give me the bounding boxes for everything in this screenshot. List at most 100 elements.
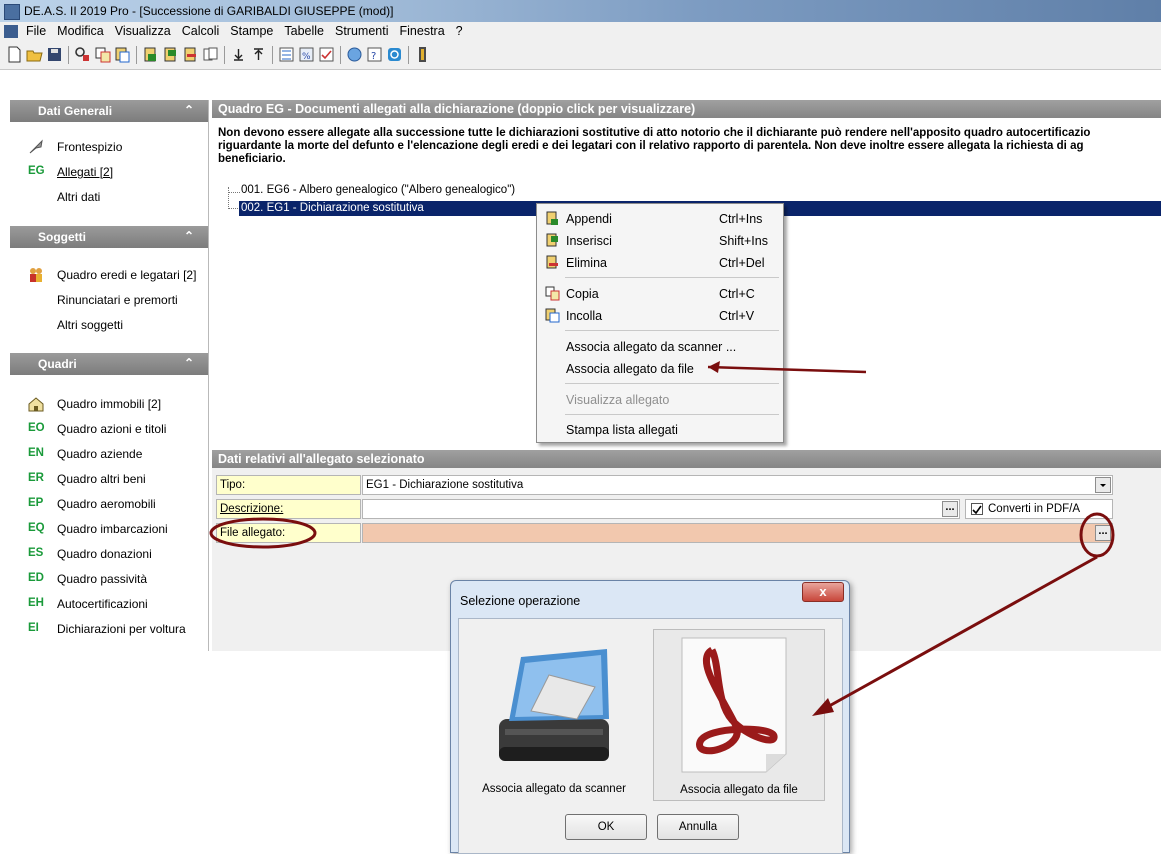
sidebar-item-quadro-aeromobili[interactable]: EP Quadro aeromobili bbox=[10, 493, 208, 515]
menu-item-incolla[interactable]: Incolla Ctrl+V bbox=[537, 305, 783, 327]
paste-icon bbox=[545, 308, 560, 323]
check-document-icon[interactable] bbox=[318, 46, 335, 63]
menu-strumenti[interactable]: Strumenti bbox=[335, 24, 389, 38]
annulla-button[interactable]: Annulla bbox=[657, 814, 739, 840]
menu-bar: File Modifica Visualizza Calcoli Stampe … bbox=[0, 22, 1161, 42]
sidebar-item-quadro-immobili[interactable]: Quadro immobili [2] bbox=[10, 393, 208, 415]
insert-icon bbox=[546, 233, 558, 247]
pdf-file-icon bbox=[681, 637, 787, 773]
document-icon[interactable] bbox=[4, 25, 18, 38]
menu-visualizza[interactable]: Visualizza bbox=[115, 24, 171, 38]
append-icon[interactable] bbox=[142, 46, 159, 63]
search-persons-icon[interactable] bbox=[74, 46, 91, 63]
menu-file[interactable]: File bbox=[26, 24, 46, 38]
menu-item-copia[interactable]: Copia Ctrl+C bbox=[537, 283, 783, 305]
tree-item-eg6[interactable]: 001. EG6 - Albero genealogico ("Albero g… bbox=[241, 184, 515, 199]
menu-calcoli[interactable]: Calcoli bbox=[182, 24, 220, 38]
dropdown-arrow-icon[interactable] bbox=[1095, 477, 1111, 493]
pages-icon[interactable] bbox=[202, 46, 219, 63]
descrizione-row: Descrizione: ... Converti in PDF/A bbox=[216, 499, 1113, 519]
append-icon bbox=[546, 211, 558, 225]
sidebar-item-eredi-legatari[interactable]: Quadro eredi e legatari [2] bbox=[10, 264, 208, 286]
collapse-chevron-icon[interactable]: ⌃ bbox=[184, 229, 194, 243]
descrizione-browse-button[interactable]: ... bbox=[942, 501, 958, 517]
menu-item-stampa-lista[interactable]: Stampa lista allegati bbox=[537, 419, 783, 441]
descrizione-input[interactable]: ... bbox=[362, 499, 960, 519]
svg-text:?: ? bbox=[371, 51, 376, 62]
menu-item-elimina[interactable]: Elimina Ctrl+Del bbox=[537, 252, 783, 274]
sidebar-item-altri-dati[interactable]: Altri dati bbox=[10, 186, 208, 208]
sidebar-item-autocertificazioni[interactable]: EH Autocertificazioni bbox=[10, 593, 208, 615]
paste-icon[interactable] bbox=[114, 46, 131, 63]
sidebar-item-quadro-azioni[interactable]: EO Quadro azioni e titoli bbox=[10, 418, 208, 440]
code-badge: ES bbox=[28, 547, 44, 559]
percent-icon[interactable]: % bbox=[298, 46, 315, 63]
sidebar-item-dichiarazioni-voltura[interactable]: EI Dichiarazioni per voltura bbox=[10, 618, 208, 640]
help-icon[interactable]: ? bbox=[366, 46, 383, 63]
sidebar-item-quadro-imbarcazioni[interactable]: EQ Quadro imbarcazioni bbox=[10, 518, 208, 540]
menu-modifica[interactable]: Modifica bbox=[57, 24, 104, 38]
copy-icon bbox=[545, 286, 560, 301]
move-up-icon[interactable] bbox=[250, 46, 267, 63]
sidebar-item-quadro-passivita[interactable]: ED Quadro passività bbox=[10, 568, 208, 590]
context-menu: Appendi Ctrl+Ins Inserisci Shift+Ins Elimi… bbox=[536, 203, 784, 443]
copy-icon[interactable] bbox=[94, 46, 111, 63]
svg-text:%: % bbox=[302, 52, 311, 62]
menu-item-appendi[interactable]: Appendi Ctrl+Ins bbox=[537, 208, 783, 230]
code-badge: EP bbox=[28, 497, 44, 509]
sidebar-item-altri-soggetti[interactable]: Altri soggetti bbox=[10, 314, 208, 336]
scanner-icon bbox=[499, 649, 609, 761]
file-allegato-input[interactable]: ... bbox=[362, 523, 1113, 543]
insert-icon[interactable] bbox=[162, 46, 179, 63]
code-badge: EN bbox=[28, 447, 44, 459]
code-badge: EG bbox=[28, 165, 45, 177]
exit-icon[interactable] bbox=[414, 46, 431, 63]
save-icon[interactable] bbox=[46, 46, 63, 63]
menu-item-inserisci[interactable]: Inserisci Shift+Ins bbox=[537, 230, 783, 252]
window-title: DE.A.S. II 2019 Pro - [Successione di GA… bbox=[24, 4, 394, 18]
sidebar-item-quadro-aziende[interactable]: EN Quadro aziende bbox=[10, 443, 208, 465]
menu-finestra[interactable]: Finestra bbox=[400, 24, 445, 38]
section-soggetti[interactable]: Soggetti ⌃ bbox=[10, 226, 208, 248]
converti-pdfa-field: Converti in PDF/A bbox=[965, 499, 1113, 519]
code-badge: EQ bbox=[28, 522, 45, 534]
web-icon[interactable] bbox=[346, 46, 363, 63]
tipo-select[interactable]: EG1 - Dichiarazione sostitutiva bbox=[362, 475, 1113, 495]
menu-item-associa-scanner[interactable]: Associa allegato da scanner ... bbox=[537, 336, 783, 358]
menu-stampe[interactable]: Stampe bbox=[230, 24, 273, 38]
code-badge: EH bbox=[28, 597, 44, 609]
move-down-icon[interactable] bbox=[230, 46, 247, 63]
sidebar-item-frontespizio[interactable]: Frontespizio bbox=[10, 136, 208, 158]
sidebar-item-quadro-altri-beni[interactable]: ER Quadro altri beni bbox=[10, 468, 208, 490]
menu-item-associa-file[interactable]: Associa allegato da file bbox=[537, 358, 783, 380]
section-quadri[interactable]: Quadri ⌃ bbox=[10, 353, 208, 375]
info-text: Non devono essere allegate alla successi… bbox=[218, 127, 1091, 165]
sidebar-item-quadro-donazioni[interactable]: ES Quadro donazioni bbox=[10, 543, 208, 565]
collapse-chevron-icon[interactable]: ⌃ bbox=[184, 103, 194, 117]
people-icon bbox=[30, 268, 42, 282]
collapse-chevron-icon[interactable]: ⌃ bbox=[184, 356, 194, 370]
converti-pdfa-checkbox[interactable] bbox=[971, 503, 983, 515]
update-icon[interactable] bbox=[386, 46, 403, 63]
file-allegato-row: File allegato: ... bbox=[216, 523, 1113, 543]
dialog-title: Selezione operazione bbox=[460, 594, 581, 608]
ok-button[interactable]: OK bbox=[565, 814, 647, 840]
code-badge: EO bbox=[28, 422, 45, 434]
tipo-row: Tipo: EG1 - Dichiarazione sostitutiva bbox=[216, 475, 1113, 495]
delete-icon[interactable] bbox=[182, 46, 199, 63]
new-file-icon[interactable] bbox=[6, 46, 23, 63]
close-button[interactable]: x bbox=[802, 582, 844, 602]
file-browse-button[interactable]: ... bbox=[1095, 525, 1111, 541]
open-folder-icon[interactable] bbox=[26, 46, 43, 63]
sidebar-item-allegati[interactable]: EG Allegati [2] bbox=[10, 161, 208, 183]
menu-help[interactable]: ? bbox=[456, 24, 463, 38]
option-file-button[interactable]: Associa allegato da file bbox=[653, 629, 825, 801]
menu-item-visualizza-allegato: Visualizza allegato bbox=[566, 393, 670, 407]
menu-tabelle[interactable]: Tabelle bbox=[284, 24, 324, 38]
option-scanner-button[interactable]: Associa allegato da scanner bbox=[469, 629, 639, 799]
sidebar-item-rinunciatari[interactable]: Rinunciatari e premorti bbox=[10, 289, 208, 311]
descrizione-label: Descrizione: bbox=[216, 499, 361, 519]
calc-icon[interactable] bbox=[278, 46, 295, 63]
section-dati-generali[interactable]: Dati Generali ⌃ bbox=[10, 100, 208, 122]
toolbar: % ? bbox=[0, 41, 1161, 70]
